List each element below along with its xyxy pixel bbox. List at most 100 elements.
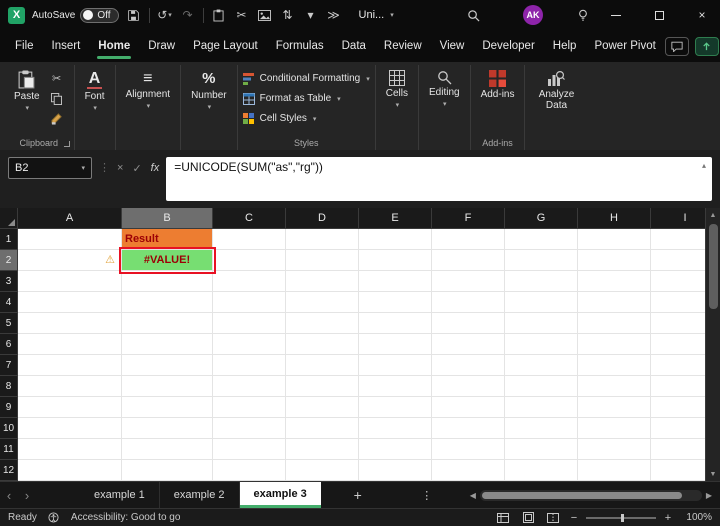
cell-B3[interactable] [122,271,213,292]
horizontal-scrollbar-thumb[interactable] [481,491,682,499]
column-header-A[interactable]: A [18,208,122,229]
row-header-6[interactable]: 6 [0,334,18,355]
zoom-level[interactable]: 100% [680,512,712,523]
cell-E12[interactable] [359,460,432,481]
document-title[interactable]: Uni... ▾ [359,9,394,21]
cell-A5[interactable] [18,313,122,334]
cell-D11[interactable] [286,439,359,460]
cell-A4[interactable] [18,292,122,313]
maximize-button[interactable] [641,0,677,30]
scroll-right-icon[interactable]: ▶ [706,491,712,500]
tab-power-pivot[interactable]: Power Pivot [585,30,664,62]
cell-A9[interactable] [18,397,122,418]
cell-A6[interactable] [18,334,122,355]
enter-button[interactable]: ✓ [132,162,141,175]
paste-button[interactable]: Paste ▾ [9,68,45,114]
cell-B2[interactable]: #VALUE! [119,247,216,274]
cell-D6[interactable] [286,334,359,355]
horizontal-scrollbar[interactable]: ◀ ▶ [470,482,720,508]
cell-A2[interactable]: ⚠ [18,250,122,271]
cell-F8[interactable] [432,376,505,397]
cell-H11[interactable] [578,439,651,460]
tab-draw[interactable]: Draw [139,30,184,62]
cell-E8[interactable] [359,376,432,397]
cell-B1[interactable]: Result [122,229,213,250]
cell-D3[interactable] [286,271,359,292]
cell-H7[interactable] [578,355,651,376]
cell-E3[interactable] [359,271,432,292]
normal-view-icon[interactable] [494,512,512,523]
cell-A12[interactable] [18,460,122,481]
column-header-C[interactable]: C [213,208,286,229]
close-button[interactable]: × [684,0,720,30]
conditional-formatting-button[interactable]: Conditional Formatting ▾ [242,70,370,87]
redo-button[interactable]: ↷ [180,8,196,22]
cell-D12[interactable] [286,460,359,481]
cell-B4[interactable] [122,292,213,313]
cell-G5[interactable] [505,313,578,334]
excel-logo-icon[interactable]: X [8,6,25,24]
cell-D2[interactable] [286,250,359,271]
new-sheet-button[interactable]: + [345,482,371,508]
cell-D4[interactable] [286,292,359,313]
cell-F11[interactable] [432,439,505,460]
cell-C1[interactable] [213,229,286,250]
cell-A7[interactable] [18,355,122,376]
cell-E11[interactable] [359,439,432,460]
tab-review[interactable]: Review [375,30,431,62]
cell-H6[interactable] [578,334,651,355]
sheet-tab-example-3[interactable]: example 3 [239,482,321,508]
column-header-E[interactable]: E [359,208,432,229]
row-header-1[interactable]: 1 [0,229,18,250]
accessibility-status[interactable]: Accessibility: Good to go [71,512,181,523]
cell-H3[interactable] [578,271,651,292]
cell-G12[interactable] [505,460,578,481]
cell-F5[interactable] [432,313,505,334]
cell-B10[interactable] [122,418,213,439]
cell-A11[interactable] [18,439,122,460]
tab-formulas[interactable]: Formulas [267,30,333,62]
row-header-12[interactable]: 12 [0,460,18,481]
row-header-3[interactable]: 3 [0,271,18,292]
account-avatar[interactable]: AK [523,5,543,25]
cell-E4[interactable] [359,292,432,313]
cell-F1[interactable] [432,229,505,250]
cell-C10[interactable] [213,418,286,439]
cell-C11[interactable] [213,439,286,460]
tab-file[interactable]: File [6,30,43,62]
cell-D9[interactable] [286,397,359,418]
column-header-D[interactable]: D [286,208,359,229]
scroll-down-icon[interactable]: ▼ [710,467,717,481]
cell-A3[interactable] [18,271,122,292]
cell-B8[interactable] [122,376,213,397]
cell-D7[interactable] [286,355,359,376]
picture-icon[interactable] [257,9,273,21]
column-header-F[interactable]: F [432,208,505,229]
zoom-slider[interactable] [586,513,656,522]
cell-G9[interactable] [505,397,578,418]
cell-F4[interactable] [432,292,505,313]
cell-A1[interactable] [18,229,122,250]
cell-G8[interactable] [505,376,578,397]
format-as-table-button[interactable]: Format as Table ▾ [242,90,370,107]
cell-D5[interactable] [286,313,359,334]
sheet-tab-example-1[interactable]: example 1 [80,482,160,508]
cell-G11[interactable] [505,439,578,460]
cell-C2[interactable] [213,250,286,271]
zoom-out-button[interactable]: − [569,512,579,524]
cell-C6[interactable] [213,334,286,355]
lightbulb-icon[interactable] [575,9,591,22]
row-header-11[interactable]: 11 [0,439,18,460]
row-header-5[interactable]: 5 [0,313,18,334]
formula-input[interactable]: =UNICODE(SUM("as","rg")) ▴ [166,157,712,201]
name-box[interactable]: B2 ▾ [8,157,92,179]
cell-H12[interactable] [578,460,651,481]
page-layout-view-icon[interactable] [519,512,537,523]
cell-H8[interactable] [578,376,651,397]
tab-insert[interactable]: Insert [43,30,90,62]
cell-E6[interactable] [359,334,432,355]
cell-C3[interactable] [213,271,286,292]
tab-page-layout[interactable]: Page Layout [184,30,267,62]
cell-B6[interactable] [122,334,213,355]
cell-C5[interactable] [213,313,286,334]
